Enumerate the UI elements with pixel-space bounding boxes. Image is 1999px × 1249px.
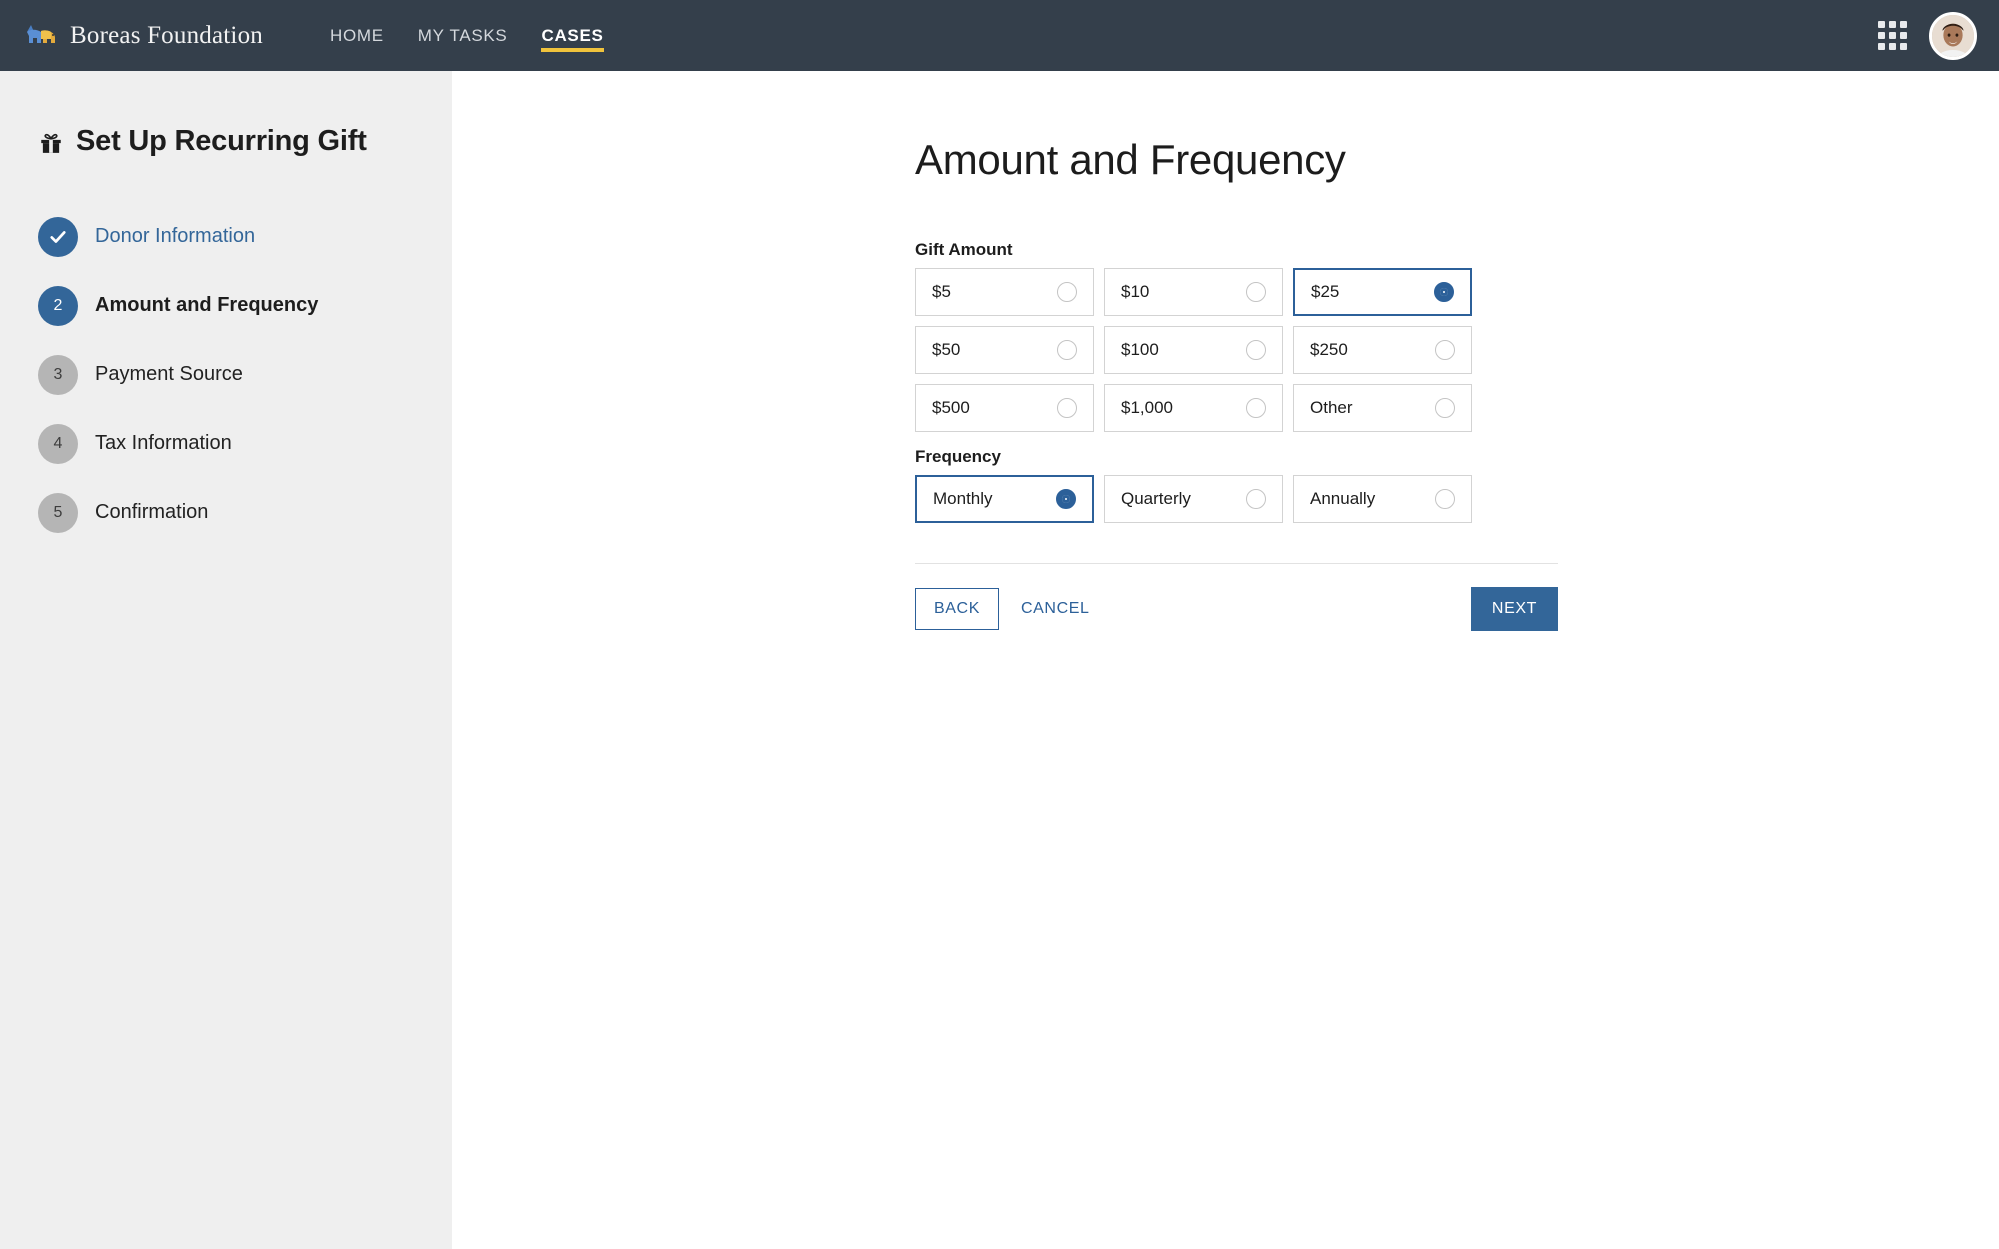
sidebar-header: Set Up Recurring Gift [38,125,452,158]
gift-amount-option-50[interactable]: $50 [915,326,1094,374]
gift-amount-option-500[interactable]: $500 [915,384,1094,432]
radio-icon[interactable] [1246,489,1266,509]
nav-item-my-tasks[interactable]: MY TASKS [401,0,525,71]
sidebar-item-label: Amount and Frequency [95,294,319,316]
nav-item-home[interactable]: HOME [313,0,401,71]
grid-apps-icon[interactable] [1878,21,1907,50]
brand-name: Boreas Foundation [70,21,263,49]
back-button[interactable]: BACK [915,588,999,630]
sidebar-item-label: Tax Information [95,432,232,454]
gift-amount-option-100[interactable]: $100 [1104,326,1283,374]
sidebar-item-label: Payment Source [95,363,243,385]
sidebar-item-tax-information[interactable]: 4 Tax Information [0,409,452,478]
page-title: Set Up Recurring Gift [76,125,367,157]
option-label: $50 [932,340,961,359]
radio-icon[interactable] [1246,282,1266,302]
option-label: Other [1310,398,1353,417]
radio-icon[interactable] [1435,340,1455,360]
form-divider [915,563,1558,564]
radio-icon-selected[interactable] [1434,282,1454,302]
main-nav: HOME MY TASKS CASES [313,0,621,71]
next-button[interactable]: NEXT [1470,587,1558,631]
frequency-label: Frequency [915,447,1001,466]
frequency-option-annually[interactable]: Annually [1293,475,1472,523]
sidebar-item-label: Donor Information [95,225,256,247]
step-bubble-2: 2 [38,285,78,326]
option-label: $500 [932,398,970,417]
frequency-option-quarterly[interactable]: Quarterly [1104,475,1283,523]
sidebar-item-donor-information[interactable]: Donor Information [0,202,452,271]
step-bubble-3: 3 [38,354,78,395]
option-label: Quarterly [1121,489,1191,508]
gift-amount-option-other[interactable]: Other [1293,384,1472,432]
nav-item-cases[interactable]: CASES [524,0,620,71]
radio-icon[interactable] [1435,489,1455,509]
cancel-button[interactable]: CANCEL [1013,589,1098,629]
option-label: $100 [1121,340,1159,359]
amount-frequency-form: Gift Amount $5 $10 $25 $50 $100 $250 $50… [915,240,1558,631]
avatar-portrait-icon [1932,14,1974,57]
brand[interactable]: Boreas Foundation [24,22,263,50]
option-label: $25 [1311,282,1340,301]
gift-amount-options: $5 $10 $25 $50 $100 $250 $500 $1,000 Oth… [915,268,1558,432]
gift-amount-option-25[interactable]: $25 [1293,268,1472,316]
header-right-tools [1878,11,1977,60]
option-label: $250 [1310,340,1348,359]
frequency-options: Monthly Quarterly Annually [915,475,1558,523]
radio-icon[interactable] [1057,282,1077,302]
radio-icon[interactable] [1057,398,1077,418]
gift-icon [41,133,61,153]
step-bubble-5: 5 [38,492,78,533]
wizard-steps: Donor Information 2 Amount and Frequency… [0,202,452,547]
wizard-sidebar: Set Up Recurring Gift Donor Information … [0,71,452,1249]
sidebar-item-confirmation[interactable]: 5 Confirmation [0,478,452,547]
step-title: Amount and Frequency [915,136,1346,183]
gift-amount-option-1000[interactable]: $1,000 [1104,384,1283,432]
option-label: Monthly [933,489,993,508]
step-bubble-4: 4 [38,423,78,464]
gift-amount-option-5[interactable]: $5 [915,268,1094,316]
option-label: $5 [932,282,951,301]
radio-icon[interactable] [1246,398,1266,418]
radio-icon[interactable] [1246,340,1266,360]
check-icon [50,230,66,243]
user-avatar[interactable] [1929,11,1977,60]
option-label: $1,000 [1121,398,1173,417]
bear-logo-icon [27,24,55,43]
frequency-option-monthly[interactable]: Monthly [915,475,1094,523]
option-label: Annually [1310,489,1376,508]
radio-icon[interactable] [1057,340,1077,360]
sidebar-item-label: Confirmation [95,501,209,523]
gift-amount-label: Gift Amount [915,240,1013,259]
gift-amount-option-10[interactable]: $10 [1104,268,1283,316]
radio-icon[interactable] [1435,398,1455,418]
option-label: $10 [1121,282,1150,301]
sidebar-item-amount-and-frequency[interactable]: 2 Amount and Frequency [0,271,452,340]
step-bubble-1 [38,216,78,257]
main-content: Amount and Frequency Gift Amount $5 $10 … [452,71,1999,1249]
gift-amount-option-250[interactable]: $250 [1293,326,1472,374]
app-header: Boreas Foundation HOME MY TASKS CASES [0,0,1999,71]
form-actions: BACK CANCEL NEXT [915,587,1558,631]
radio-icon-selected[interactable] [1056,489,1076,509]
sidebar-item-payment-source[interactable]: 3 Payment Source [0,340,452,409]
